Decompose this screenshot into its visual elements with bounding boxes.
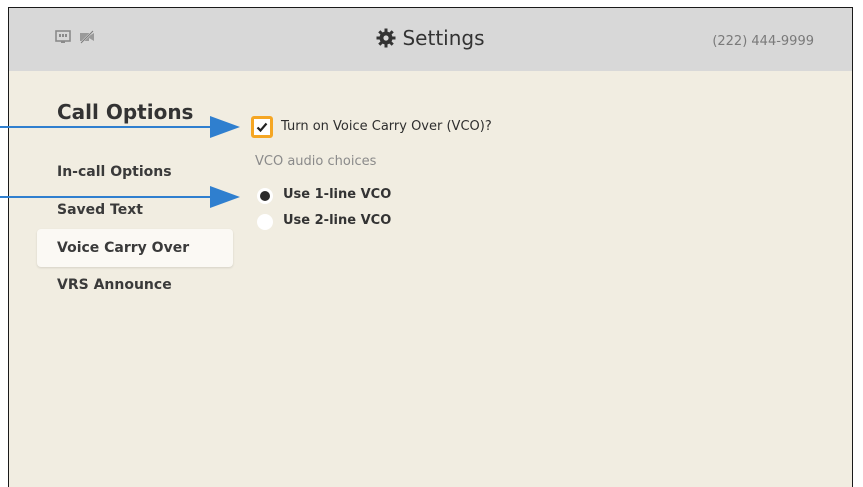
sidebar-title: Call Options — [57, 100, 194, 124]
callout-arrow-line-radio — [0, 196, 212, 198]
vco-audio-choices-label: VCO audio choices — [255, 154, 377, 169]
sidebar-item-voice-carry-over[interactable]: Voice Carry Over — [37, 229, 233, 267]
checkmark-icon — [256, 122, 268, 133]
vco-checkbox-label[interactable]: Turn on Voice Carry Over (VCO)? — [281, 119, 492, 134]
settings-screen: Settings (222) 444-9999 Call Options In-… — [8, 7, 853, 487]
header-bar: Settings (222) 444-9999 — [9, 8, 852, 71]
radio-1-line-vco[interactable] — [257, 188, 273, 204]
radio-2-line-vco[interactable] — [257, 214, 273, 230]
vco-checkbox[interactable] — [251, 116, 273, 138]
callout-arrow-line-checkbox — [0, 126, 212, 128]
phone-number: (222) 444-9999 — [712, 34, 814, 49]
radio-1-line-vco-label[interactable]: Use 1-line VCO — [283, 187, 391, 202]
sidebar-item-vrs-announce[interactable]: VRS Announce — [37, 266, 233, 304]
title-text: Settings — [402, 26, 485, 50]
callout-arrow-head-radio — [210, 186, 240, 208]
callout-arrow-head-checkbox — [210, 116, 240, 138]
sidebar-item-in-call-options[interactable]: In-call Options — [37, 153, 233, 191]
gear-icon — [376, 28, 396, 53]
radio-2-line-vco-label[interactable]: Use 2-line VCO — [283, 213, 391, 228]
